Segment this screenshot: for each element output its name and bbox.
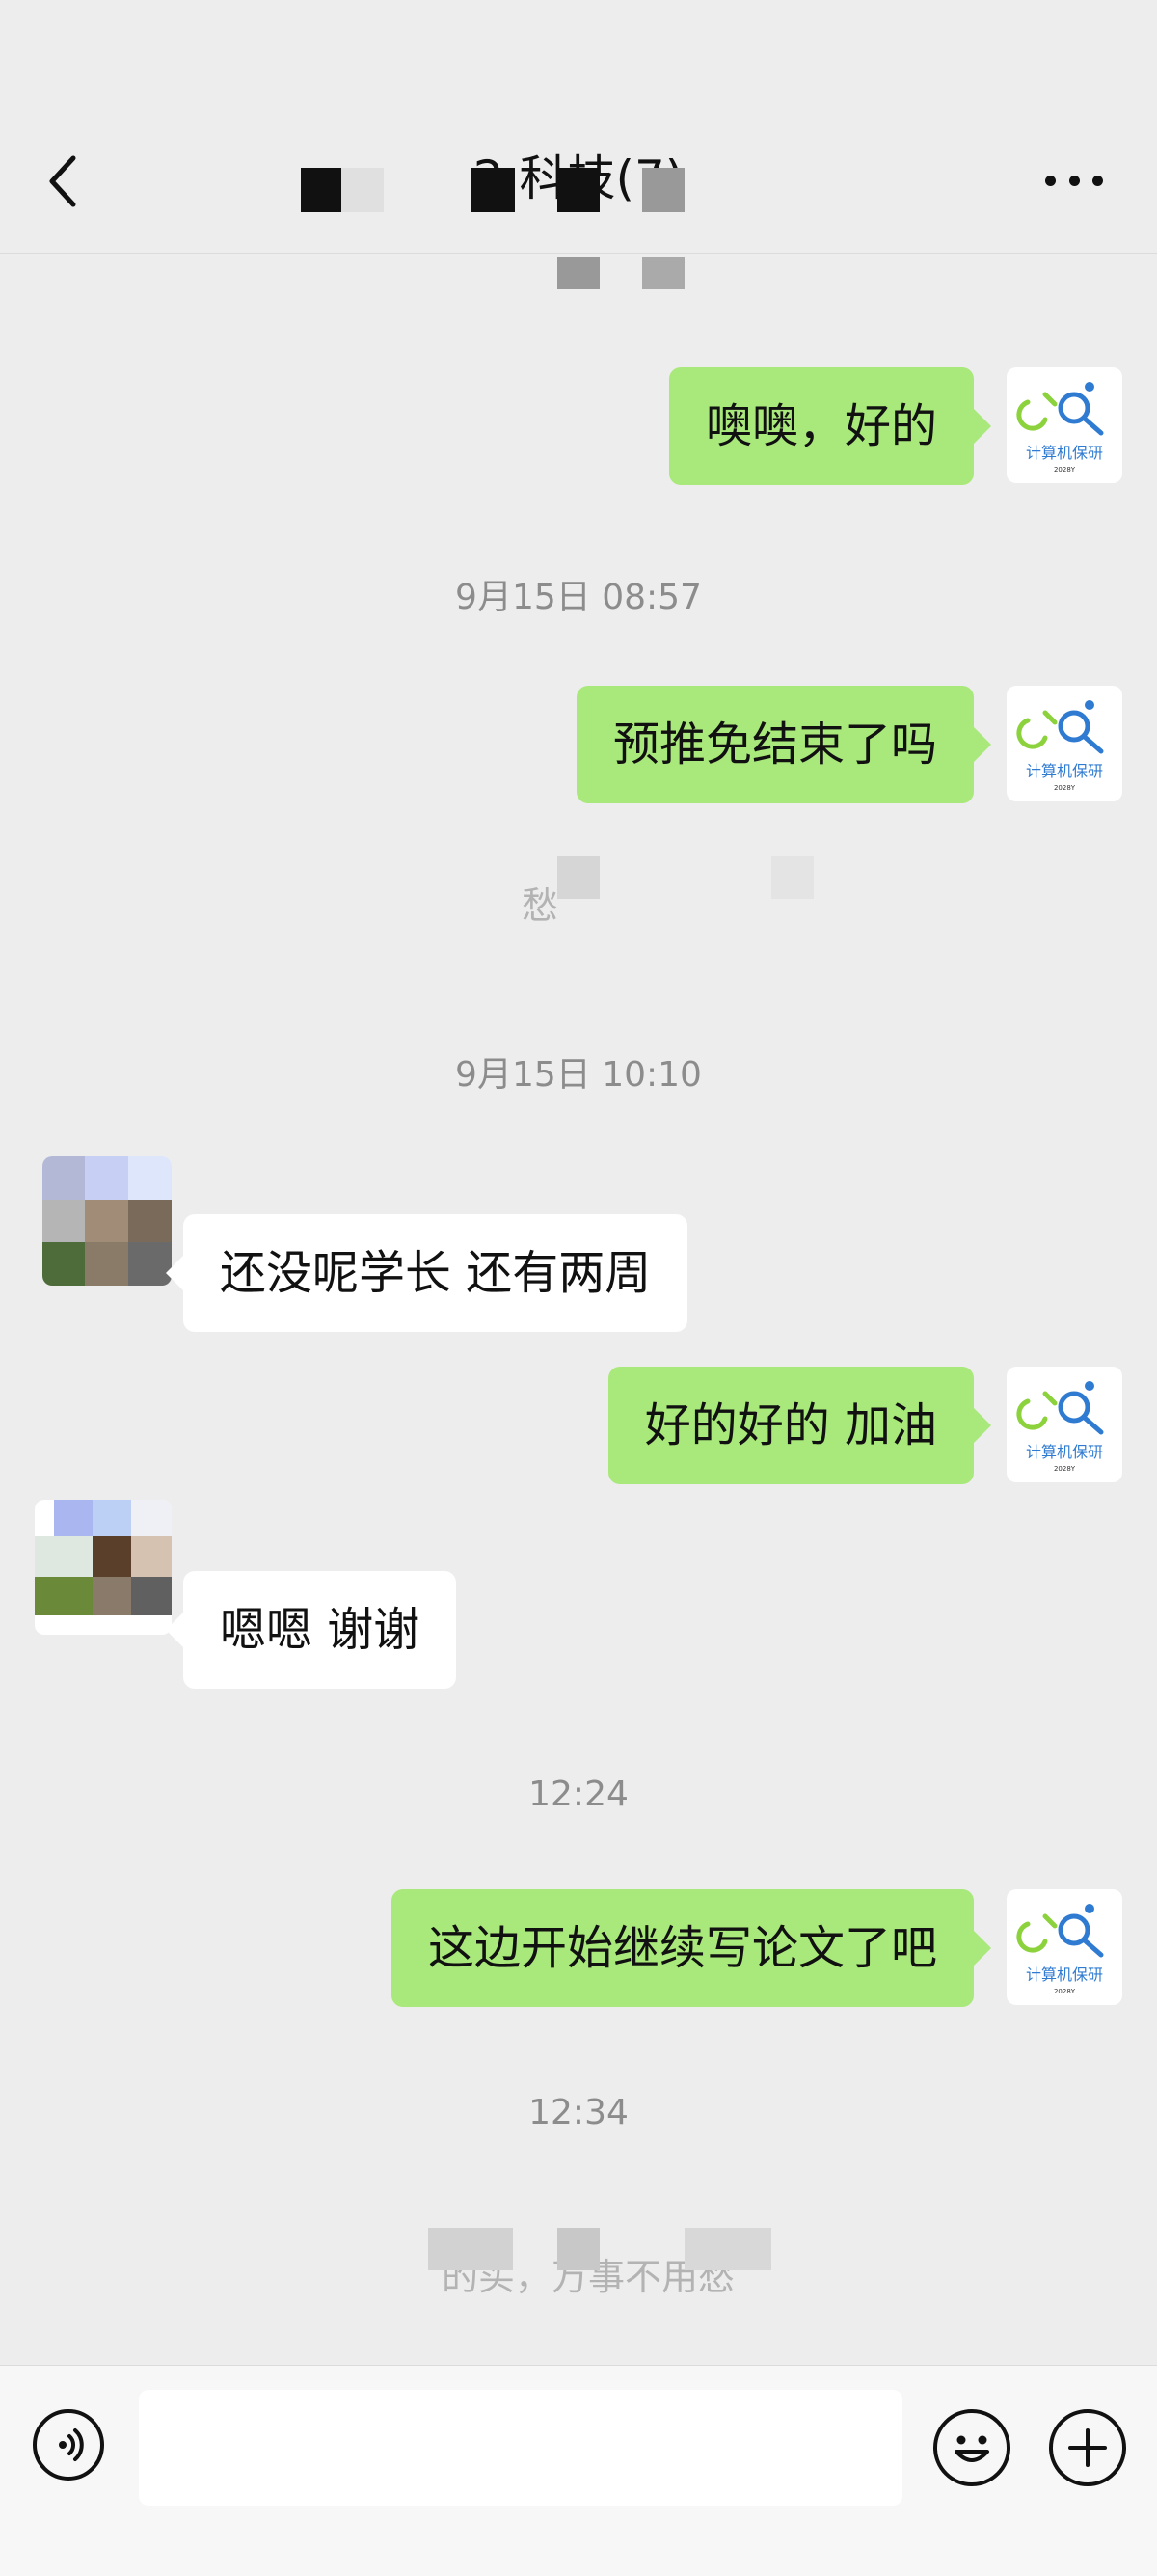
contact-avatar[interactable]	[42, 1156, 172, 1286]
svg-text:2028Y: 2028Y	[1054, 1465, 1076, 1473]
more-icon[interactable]	[1045, 176, 1103, 187]
censor-block	[557, 257, 600, 289]
svg-text:2028Y: 2028Y	[1054, 1988, 1076, 1995]
timestamp: 9月15日 10:10	[455, 1055, 702, 1095]
svg-text:计算机保研: 计算机保研	[1026, 1966, 1103, 1984]
message-bubble-sent[interactable]: 噢噢，好的	[668, 367, 992, 485]
censor-block	[471, 168, 515, 212]
message-bubble-received[interactable]: 嗯嗯 谢谢	[165, 1571, 457, 1689]
my-avatar[interactable]: 计算机保研 2028Y	[1007, 367, 1122, 483]
voice-icon[interactable]	[33, 2409, 104, 2481]
censor-block	[642, 257, 685, 289]
censor-block	[301, 168, 341, 212]
contact-avatar[interactable]	[35, 1500, 172, 1635]
timestamp: 12:24	[528, 1775, 629, 1814]
message-bubble-sent[interactable]: 这边开始继续写论文了吧	[390, 1889, 992, 2007]
censor-block	[557, 2228, 600, 2270]
my-avatar[interactable]: 计算机保研 2028Y	[1007, 1889, 1122, 2005]
svg-text:计算机保研: 计算机保研	[1026, 444, 1103, 462]
svg-text:2028Y: 2028Y	[1054, 784, 1076, 792]
censor-block	[341, 168, 384, 212]
censor-block	[642, 168, 685, 212]
timestamp: 12:34	[528, 2093, 629, 2132]
censor-block	[557, 856, 600, 899]
censor-block	[557, 168, 600, 212]
censor-block	[685, 2228, 771, 2270]
plus-icon[interactable]	[1049, 2409, 1126, 2486]
message-bubble-received[interactable]: 还没呢学长 还有两周	[165, 1214, 688, 1332]
censor-block	[771, 856, 814, 899]
svg-text:计算机保研: 计算机保研	[1026, 762, 1103, 780]
my-avatar[interactable]: 计算机保研 2028Y	[1007, 686, 1122, 801]
censor-block	[428, 2228, 513, 2270]
chat-header	[0, 0, 1157, 254]
emoji-icon[interactable]	[933, 2409, 1010, 2486]
timestamp: 9月15日 08:57	[455, 578, 702, 617]
message-bubble-sent[interactable]: 好的好的 加油	[607, 1367, 992, 1484]
svg-text:计算机保研: 计算机保研	[1026, 1443, 1103, 1461]
my-avatar[interactable]: 计算机保研 2028Y	[1007, 1367, 1122, 1482]
svg-text:2028Y: 2028Y	[1054, 466, 1076, 474]
message-bubble-sent[interactable]: 预推免结束了吗	[576, 686, 992, 803]
message-input[interactable]	[139, 2390, 902, 2506]
